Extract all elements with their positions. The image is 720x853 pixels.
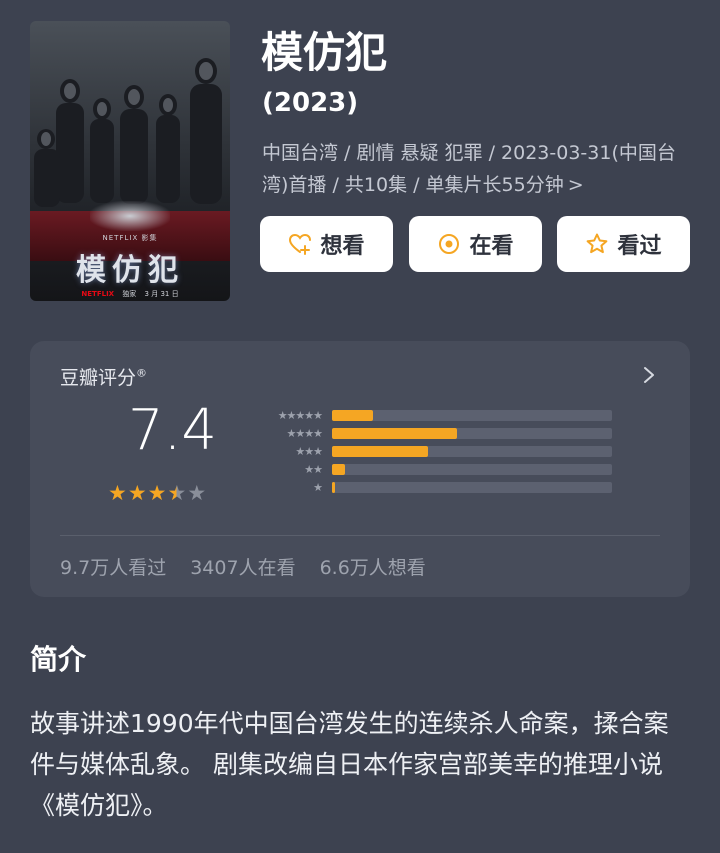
rating-star-icon: ★	[187, 481, 207, 505]
distribution-bar	[332, 464, 345, 475]
poster-footer: NETFLIX 独家 3 月 31 日	[30, 289, 230, 299]
distribution-bar	[332, 482, 335, 493]
heart-plus-icon	[289, 233, 312, 255]
want-to-watch-button[interactable]: 想看	[260, 216, 393, 272]
distribution-row: ★★★★★	[252, 407, 612, 423]
distribution-stars: ★★	[304, 462, 323, 476]
watching-count[interactable]: 3407人在看	[190, 553, 295, 580]
poster-title: 模仿犯	[76, 253, 184, 288]
distribution-bar	[332, 428, 457, 439]
registered-mark: ®	[136, 366, 148, 380]
distribution-row: ★★★	[252, 443, 612, 459]
poster-brand: NETFLIX 影集	[102, 234, 158, 242]
distribution-stars: ★	[313, 480, 323, 494]
distribution-stars: ★★★★	[286, 426, 323, 440]
distribution-track	[332, 446, 612, 457]
star-outline-icon	[587, 233, 608, 254]
synopsis-text: 故事讲述1990年代中国台湾发生的连续杀人命案，揉合案件与媒体乱象。 剧集改编自…	[30, 709, 669, 820]
watched-button[interactable]: 看过	[557, 216, 690, 272]
distribution-row: ★★★★	[252, 425, 612, 441]
poster-netflix-logo: NETFLIX	[81, 290, 115, 298]
watching-label: 在看	[469, 234, 514, 259]
rating-star-icon: ★	[108, 481, 127, 505]
poster-date: 3 月 31 日	[144, 290, 179, 298]
distribution-bar	[332, 446, 428, 457]
distribution-row: ★	[252, 479, 612, 495]
rating-stars: ★ ★ ★ ★ ★	[108, 482, 206, 504]
distribution-bar	[332, 410, 373, 421]
distribution-track	[332, 410, 612, 421]
card-divider	[60, 535, 660, 536]
poster-image[interactable]: NETFLIX 影集 模仿犯 NETFLIX 独家 3 月 31 日	[30, 21, 230, 301]
distribution-track	[332, 428, 612, 439]
poster-exclusive: 独家	[122, 290, 137, 298]
rating-label: 豆瓣评分®	[60, 363, 147, 390]
rating-star-icon: ★	[147, 481, 167, 505]
meta-info[interactable]: 中国台湾 / 剧情 悬疑 犯罪 / 2023-03-31(中国台湾)首播 / 共…	[262, 137, 702, 201]
chevron-right-icon[interactable]	[642, 365, 656, 385]
target-icon	[439, 234, 460, 254]
synopsis-heading: 简介	[30, 643, 87, 676]
meta-text: 中国台湾 / 剧情 悬疑 犯罪 / 2023-03-31(中国台湾)首播 / 共…	[262, 142, 676, 196]
distribution-stars: ★★★★★	[277, 408, 323, 422]
release-year: (2023)	[262, 88, 359, 118]
rating-card[interactable]: 豆瓣评分® 7.4 ★ ★ ★ ★ ★ ★★★★★ ★★★★ ★★★ ★★ ★ 9.7万人看过 …	[30, 341, 690, 597]
chevron-right-icon: >	[567, 174, 584, 196]
rating-stats: 9.7万人看过 3407人在看 6.6万人想看	[60, 553, 426, 580]
distribution-row: ★★	[252, 461, 612, 477]
watched-count[interactable]: 9.7万人看过	[60, 553, 166, 580]
rating-star-icon: ★	[127, 481, 147, 505]
distribution-track	[332, 482, 612, 493]
rating-score: 7.4	[128, 398, 218, 463]
want-count[interactable]: 6.6万人想看	[320, 553, 426, 580]
distribution-stars: ★★★	[295, 444, 323, 458]
watching-button[interactable]: 在看	[409, 216, 542, 272]
page-title: 模仿犯	[261, 28, 388, 77]
distribution-track	[332, 464, 612, 475]
rating-star-icon: ★	[167, 481, 187, 505]
poster-light	[90, 201, 170, 231]
want-to-watch-label: 想看	[320, 234, 365, 259]
watched-label: 看过	[617, 234, 662, 259]
rating-label-text: 豆瓣评分	[60, 367, 137, 389]
cast-silhouettes	[34, 58, 222, 207]
